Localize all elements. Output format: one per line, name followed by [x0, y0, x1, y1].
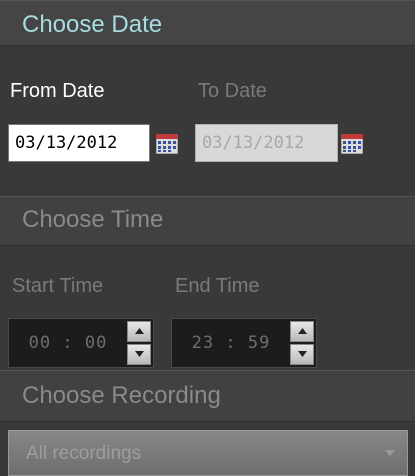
end-time-value[interactable]: 23 : 59: [172, 333, 290, 353]
end-time-increment-button[interactable]: [290, 321, 314, 342]
end-time-spin-buttons: [290, 321, 314, 365]
chevron-down-icon: [135, 351, 144, 357]
end-time-decrement-button[interactable]: [290, 344, 314, 365]
to-date-input[interactable]: [195, 124, 338, 162]
choose-time-header: Choose Time: [0, 196, 415, 246]
calendar-icon[interactable]: [340, 133, 364, 155]
calendar-icon[interactable]: [155, 133, 179, 155]
end-time-label: End Time: [175, 275, 260, 297]
from-date-label: From Date: [10, 80, 105, 102]
recording-select[interactable]: All recordings: [8, 430, 408, 476]
recording-select-value: All recordings: [26, 443, 142, 464]
start-time-increment-button[interactable]: [127, 321, 151, 342]
choose-recording-title: Choose Recording: [22, 382, 221, 409]
start-time-spin-buttons: [127, 321, 151, 365]
end-time-spinner[interactable]: 23 : 59: [171, 318, 317, 368]
from-date-input[interactable]: [8, 124, 150, 162]
chevron-down-icon: [298, 351, 307, 357]
start-time-spinner[interactable]: 00 : 00: [8, 318, 154, 368]
start-time-label: Start Time: [12, 275, 104, 297]
choose-time-title: Choose Time: [22, 206, 164, 233]
filter-panel: Choose Date From Date To Date Choo: [0, 0, 415, 476]
choose-date-header: Choose Date: [0, 0, 415, 46]
choose-recording-header: Choose Recording: [0, 370, 415, 422]
to-date-label: To Date: [198, 80, 267, 102]
start-time-value[interactable]: 00 : 00: [9, 333, 127, 353]
chevron-down-icon: [385, 450, 395, 456]
chevron-up-icon: [135, 328, 144, 334]
choose-date-title: Choose Date: [22, 11, 163, 38]
start-time-decrement-button[interactable]: [127, 344, 151, 365]
chevron-up-icon: [298, 328, 307, 334]
